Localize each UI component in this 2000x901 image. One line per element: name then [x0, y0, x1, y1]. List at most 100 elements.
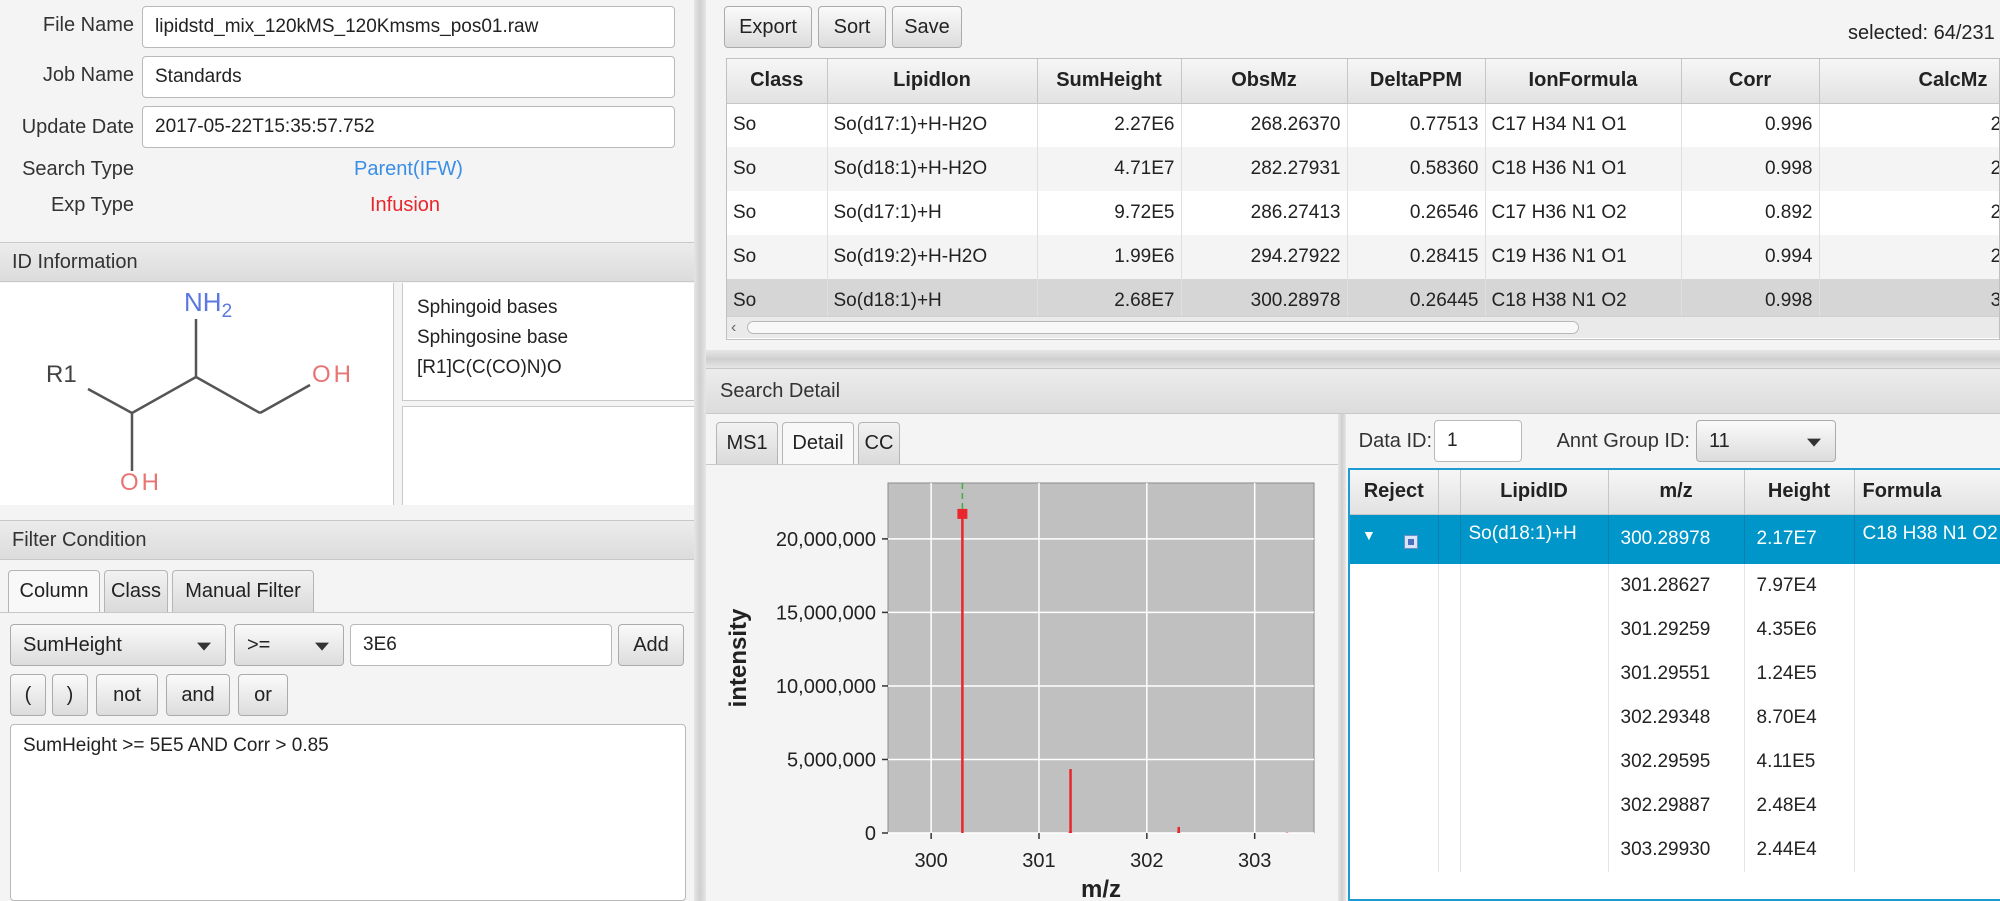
col-header-mz[interactable]: m/z	[1608, 470, 1745, 515]
update-date-label: Update Date	[21, 116, 134, 138]
spectrum-chart-panel: 0 5,000,000 10,000,000 15,000,000 20,000,000…	[706, 464, 1338, 901]
sub-mz-cell: 303.29930	[1608, 828, 1745, 872]
search-type-value: Parent(IFW)	[354, 158, 463, 180]
sub-mz-cell: 301.28627	[1608, 564, 1745, 608]
open-paren-button[interactable]: (	[10, 674, 46, 716]
detail-sub-row[interactable]: 301.29259 4.35E6	[1350, 608, 2000, 652]
data-id-label: Data ID:	[1358, 430, 1432, 452]
results-hscrollbar[interactable]: ‹	[727, 316, 1999, 338]
formula-cell: C18 H38 N1 O2	[1854, 514, 2000, 564]
scroll-left-icon[interactable]: ‹	[731, 319, 736, 337]
detail-sub-row[interactable]: 303.29930 2.44E4	[1350, 828, 2000, 872]
results-table: Class LipidIon SumHeight ObsMz DeltaPPM …	[727, 59, 1999, 323]
cell-obsmz: 282.27931	[1181, 147, 1348, 191]
detail-sub-row[interactable]: 302.29887 2.48E4	[1350, 784, 2000, 828]
detail-sub-row[interactable]: 301.29551 1.24E5	[1350, 652, 2000, 696]
sort-button[interactable]: Sort	[818, 6, 886, 48]
results-hscroll-thumb[interactable]	[747, 321, 1579, 334]
right-horizontal-splitter[interactable]	[706, 350, 2000, 368]
reject-cell[interactable]: ▼	[1350, 514, 1439, 564]
id-info-text-panel: Sphingoid bases Sphingosine base [R1]C(C…	[402, 283, 694, 401]
chevron-down-icon	[1807, 438, 1821, 447]
cell-obsmz: 268.26370	[1181, 103, 1348, 147]
cell-lipidion: So(d18:1)+H-H2O	[827, 147, 1038, 191]
col-header-lipidid[interactable]: LipidID	[1460, 470, 1609, 515]
detail-splitter[interactable]	[1338, 414, 1346, 901]
sub-empty-cell	[1438, 564, 1461, 608]
table-row[interactable]: So So(d17:1)+H-H2O 2.27E6 268.26370 0.77513 C…	[727, 103, 1999, 147]
close-paren-button[interactable]: )	[52, 674, 88, 716]
add-filter-button[interactable]: Add	[618, 624, 684, 666]
not-button[interactable]: not	[96, 674, 158, 716]
detail-sub-row[interactable]: 302.29348 8.70E4	[1350, 696, 2000, 740]
main-splitter[interactable]	[694, 0, 706, 901]
table-row[interactable]: So So(d17:1)+H 9.72E5 286.27413 0.26546 C17 H…	[727, 191, 1999, 235]
peak-marker[interactable]	[957, 508, 968, 519]
filter-expression-area[interactable]: SumHeight >= 5E5 AND Corr > 0.85	[10, 724, 686, 901]
cell-class: So	[727, 147, 828, 191]
file-name-field[interactable]: lipidstd_mix_120kMS_120Kmsms_pos01.raw	[142, 6, 675, 48]
sub-empty-cell	[1460, 608, 1609, 652]
col-header-deltappm[interactable]: DeltaPPM	[1347, 59, 1486, 104]
column-combo[interactable]: SumHeight	[10, 624, 226, 666]
table-row[interactable]: So So(d19:2)+H-H2O 1.99E6 294.27922 0.28415 C…	[727, 235, 1999, 279]
col-header-obsmz[interactable]: ObsMz	[1181, 59, 1348, 104]
sub-empty-cell	[1350, 696, 1439, 740]
data-id-input[interactable]: 1	[1434, 420, 1522, 462]
sub-empty-cell	[1438, 652, 1461, 696]
spectrum-chart[interactable]: 0 5,000,000 10,000,000 15,000,000 20,000,000…	[706, 465, 1338, 901]
sub-empty-cell	[1460, 828, 1609, 872]
col-header-blank	[1438, 470, 1461, 515]
cell-deltappm: 0.58360	[1347, 147, 1486, 191]
sub-mz-cell: 301.29259	[1608, 608, 1745, 652]
x-tick-label: 300	[914, 850, 947, 872]
operator-combo-value: >=	[247, 633, 271, 656]
col-header-class[interactable]: Class	[727, 59, 828, 104]
sub-mz-cell: 302.29348	[1608, 696, 1745, 740]
cell-deltappm: 0.26546	[1347, 191, 1486, 235]
save-button[interactable]: Save	[892, 6, 962, 48]
tab-cc[interactable]: CC	[858, 422, 900, 464]
col-header-ionformula[interactable]: IonFormula	[1485, 59, 1682, 104]
col-header-formula[interactable]: Formula	[1854, 470, 2000, 515]
detail-sub-row[interactable]: 302.29595 4.11E5	[1350, 740, 2000, 784]
tab-column[interactable]: Column	[8, 570, 100, 612]
tab-detail[interactable]: Detail	[782, 422, 854, 464]
sub-empty-cell	[1438, 784, 1461, 828]
col-header-height[interactable]: Height	[1744, 470, 1855, 515]
sub-empty-cell	[1854, 696, 2000, 740]
cell-calcmz: 286.27406	[1819, 191, 1999, 235]
tab-manual-filter[interactable]: Manual Filter	[172, 570, 314, 612]
col-header-corr[interactable]: Corr	[1681, 59, 1820, 104]
cell-obsmz: 294.27922	[1181, 235, 1348, 279]
operator-combo[interactable]: >=	[234, 624, 344, 666]
col-header-sumheight[interactable]: SumHeight	[1037, 59, 1182, 104]
update-date-field[interactable]: 2017-05-22T15:35:57.752	[142, 106, 675, 148]
and-button[interactable]: and	[166, 674, 230, 716]
table-row[interactable]: So So(d18:1)+H-H2O 4.71E7 282.27931 0.58360 C…	[727, 147, 1999, 191]
r1-group: R1	[46, 361, 77, 388]
annt-group-combo[interactable]: 11	[1696, 420, 1836, 462]
col-header-reject[interactable]: Reject	[1350, 470, 1439, 515]
check-mark-icon	[1408, 538, 1414, 545]
reject-checkbox[interactable]	[1404, 534, 1418, 549]
sub-empty-cell	[1460, 652, 1609, 696]
chevron-down-icon	[197, 642, 211, 651]
tree-expand-icon[interactable]: ▼	[1362, 527, 1376, 543]
or-button[interactable]: or	[238, 674, 288, 716]
tab-ms1[interactable]: MS1	[716, 422, 778, 464]
tab-class[interactable]: Class	[104, 570, 168, 612]
col-header-lipidion[interactable]: LipidIon	[827, 59, 1038, 104]
detail-selected-row[interactable]: ▼ So(d18:1)+H 300.28978 2.17E7 C18 H38 N…	[1350, 514, 2000, 564]
cell-ionformula: C18 H36 N1 O1	[1485, 147, 1682, 191]
sub-empty-cell	[1350, 608, 1439, 652]
export-button[interactable]: Export	[724, 6, 812, 48]
plot-area[interactable]	[887, 482, 1315, 834]
cell-sumheight: 2.27E6	[1037, 103, 1182, 147]
filter-value-input[interactable]: 3E6	[350, 624, 612, 666]
y-tick-label: 15,000,000	[776, 602, 876, 624]
job-name-field[interactable]: Standards	[142, 56, 675, 98]
col-header-calcmz[interactable]: CalcMz	[1819, 59, 1999, 104]
detail-sub-row[interactable]: 301.28627 7.97E4	[1350, 564, 2000, 608]
sub-empty-cell	[1438, 608, 1461, 652]
